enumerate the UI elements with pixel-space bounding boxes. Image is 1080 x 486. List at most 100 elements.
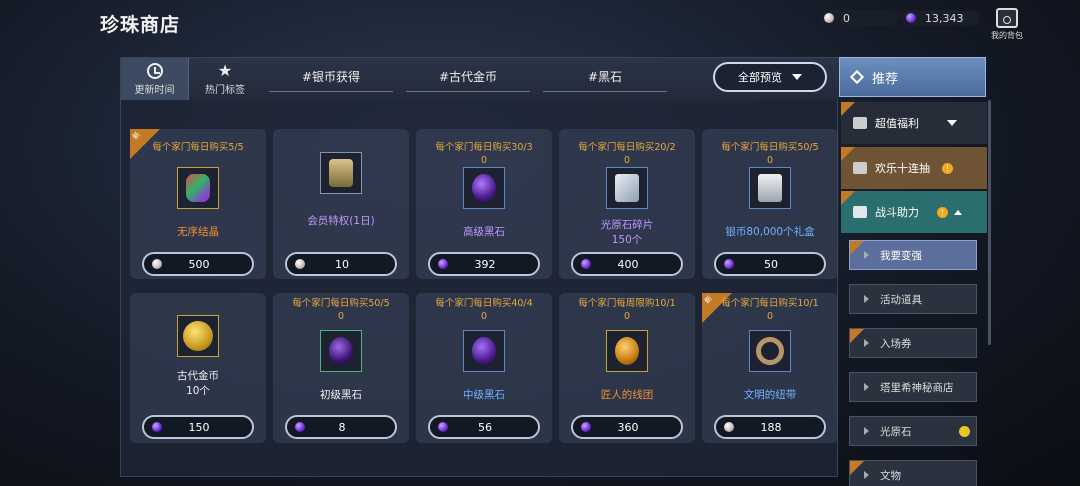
alert-icon — [959, 426, 970, 437]
gift-box-icon — [853, 117, 867, 129]
sidebar-sub-light-ore[interactable]: 光原石 — [849, 416, 977, 446]
shop-item-card[interactable]: 古代金币 10个 150 — [130, 293, 266, 443]
crystal-icon — [177, 167, 219, 209]
sidebar-sub-event-items[interactable]: 活动道具 — [849, 284, 977, 314]
item-name: 会员特权(1日) — [307, 215, 375, 227]
shop-item-card[interactable]: 新 每个家门每日购买10/1 0 文明的纽带 188 — [702, 293, 838, 443]
price-button[interactable]: 188 — [714, 415, 826, 439]
tab-hot-tags[interactable]: ★ 热门标签 — [191, 58, 259, 100]
shop-panel: 更新时间 ★ 热门标签 #银币获得 #古代金币 #黑石 全部预览 新 每个家门每… — [120, 57, 839, 477]
shop-item-card[interactable]: 每个家门每日购买50/5 0 银币80,000个礼盒 50 — [702, 129, 838, 279]
item-name: 匠人的线团 — [600, 389, 654, 401]
chest-icon — [853, 162, 867, 174]
pearl-icon — [824, 13, 834, 23]
bag-icon — [996, 8, 1018, 28]
new-ribbon — [841, 191, 855, 205]
sidebar-sub-relics[interactable]: 文物 — [849, 460, 977, 486]
item-name: 银币80,000个礼盒 — [725, 226, 815, 238]
arrow-right-icon — [864, 295, 869, 303]
my-bag-button[interactable]: 我的背包 — [988, 8, 1026, 41]
price-button[interactable]: 500 — [142, 252, 254, 276]
sidebar-item-label: 超值福利 — [875, 117, 919, 130]
clock-icon — [146, 63, 163, 79]
new-ribbon — [850, 329, 864, 343]
sidebar-item-ten-draw[interactable]: 欢乐十连抽 ! — [841, 147, 987, 189]
purple-gem-icon — [152, 422, 162, 432]
tab-update-time[interactable]: 更新时间 — [121, 58, 189, 100]
new-ribbon — [841, 147, 855, 161]
bag-label: 我的背包 — [991, 31, 1023, 40]
ore-fragment-icon — [606, 167, 648, 209]
sidebar-sub-tickets[interactable]: 入场券 — [849, 328, 977, 358]
shop-item-card[interactable]: 每个家门每周限购10/1 0 匠人的线团 360 — [559, 293, 695, 443]
purchase-limit: 每个家门每日购买30/3 0 — [435, 142, 533, 166]
purple-gem-icon — [724, 259, 734, 269]
new-ribbon — [850, 241, 864, 255]
chevron-down-icon — [792, 74, 802, 80]
sub-label: 活动道具 — [880, 293, 922, 306]
item-quantity: 150个 — [611, 234, 643, 246]
purchase-limit: 每个家门每日购买40/4 0 — [435, 298, 533, 322]
purchase-limit: 每个家门每周限购10/1 0 — [578, 298, 676, 322]
chevron-up-icon — [954, 209, 962, 215]
blackstone-icon — [463, 167, 505, 209]
item-name: 高级黑石 — [463, 226, 505, 238]
arrow-right-icon — [864, 251, 869, 259]
sidebar-item-combat-boost[interactable]: 战斗助力 ! — [841, 191, 987, 233]
tag-ancient-coin[interactable]: #古代金币 — [406, 66, 530, 92]
shop-item-card[interactable]: 每个家门每日购买40/4 0 中级黑石 56 — [416, 293, 552, 443]
price-button[interactable]: 150 — [142, 415, 254, 439]
shop-item-card[interactable]: 每个家门每日购买50/5 0 初级黑石 8 — [273, 293, 409, 443]
chevron-down-icon — [947, 120, 957, 126]
shop-item-card[interactable]: 新 每个家门每日购买5/5 无序结晶 500 — [130, 129, 266, 279]
shop-item-card[interactable]: 每个家门每日购买30/3 0 高级黑石 392 — [416, 129, 552, 279]
sub-label: 塔里希神秘商店 — [880, 381, 954, 394]
item-name: 无序结晶 — [177, 226, 219, 238]
spark-icon — [853, 206, 867, 218]
sidebar-sub-mystery-shop[interactable]: 塔里希神秘商店 — [849, 372, 977, 402]
sub-label: 入场券 — [880, 337, 912, 350]
purple-gem-icon — [581, 422, 591, 432]
price-button[interactable]: 56 — [428, 415, 540, 439]
price-button[interactable]: 10 — [285, 252, 397, 276]
alert-icon: ! — [942, 162, 953, 174]
tab-hot-tags-label: 热门标签 — [205, 85, 245, 96]
price-button[interactable]: 360 — [571, 415, 683, 439]
new-ribbon — [841, 102, 855, 116]
category-sidebar: 推荐 超值福利 欢乐十连抽 ! 战斗助力 ! 我要变强 活动道具 入场券 塔里希… — [839, 57, 989, 486]
purple-gem-icon — [906, 13, 916, 23]
sub-label: 光原石 — [880, 425, 912, 438]
arrow-right-icon — [864, 339, 869, 347]
membership-icon — [320, 152, 362, 194]
arrow-right-icon — [864, 471, 869, 479]
purchase-limit: 每个家门每日购买10/1 0 — [721, 298, 819, 322]
ring-icon — [749, 330, 791, 372]
sidebar-item-value-benefits[interactable]: 超值福利 — [841, 102, 987, 144]
arrow-right-icon — [864, 427, 869, 435]
price-button[interactable]: 8 — [285, 415, 397, 439]
purple-gem-icon — [581, 259, 591, 269]
item-name: 古代金币 — [177, 370, 219, 382]
sidebar-scrollbar[interactable] — [988, 100, 991, 345]
sidebar-head-recommend[interactable]: 推荐 — [839, 57, 986, 97]
shop-item-card[interactable]: 每个家门每日购买20/2 0 光原石碎片 150个 400 — [559, 129, 695, 279]
price-button[interactable]: 392 — [428, 252, 540, 276]
item-name: 初级黑石 — [320, 389, 362, 401]
preview-all-dropdown[interactable]: 全部预览 — [713, 62, 827, 92]
sidebar-sub-get-stronger[interactable]: 我要变强 — [849, 240, 977, 270]
item-quantity: 10个 — [186, 385, 210, 397]
tag-blackstone[interactable]: #黑石 — [543, 66, 667, 92]
purple-gem-icon — [438, 422, 448, 432]
price-button[interactable]: 50 — [714, 252, 826, 276]
blackstone-icon — [463, 330, 505, 372]
thread-spool-icon — [606, 330, 648, 372]
arrow-right-icon — [864, 383, 869, 391]
purple-gem-icon — [438, 259, 448, 269]
star-icon: ★ — [217, 61, 233, 80]
tag-silver[interactable]: #银币获得 — [269, 66, 393, 92]
purchase-limit: 每个家门每日购买50/5 0 — [292, 298, 390, 322]
purple-gem-icon — [295, 422, 305, 432]
price-button[interactable]: 400 — [571, 252, 683, 276]
blackstone-icon — [320, 330, 362, 372]
shop-item-card[interactable]: 会员特权(1日) 10 — [273, 129, 409, 279]
